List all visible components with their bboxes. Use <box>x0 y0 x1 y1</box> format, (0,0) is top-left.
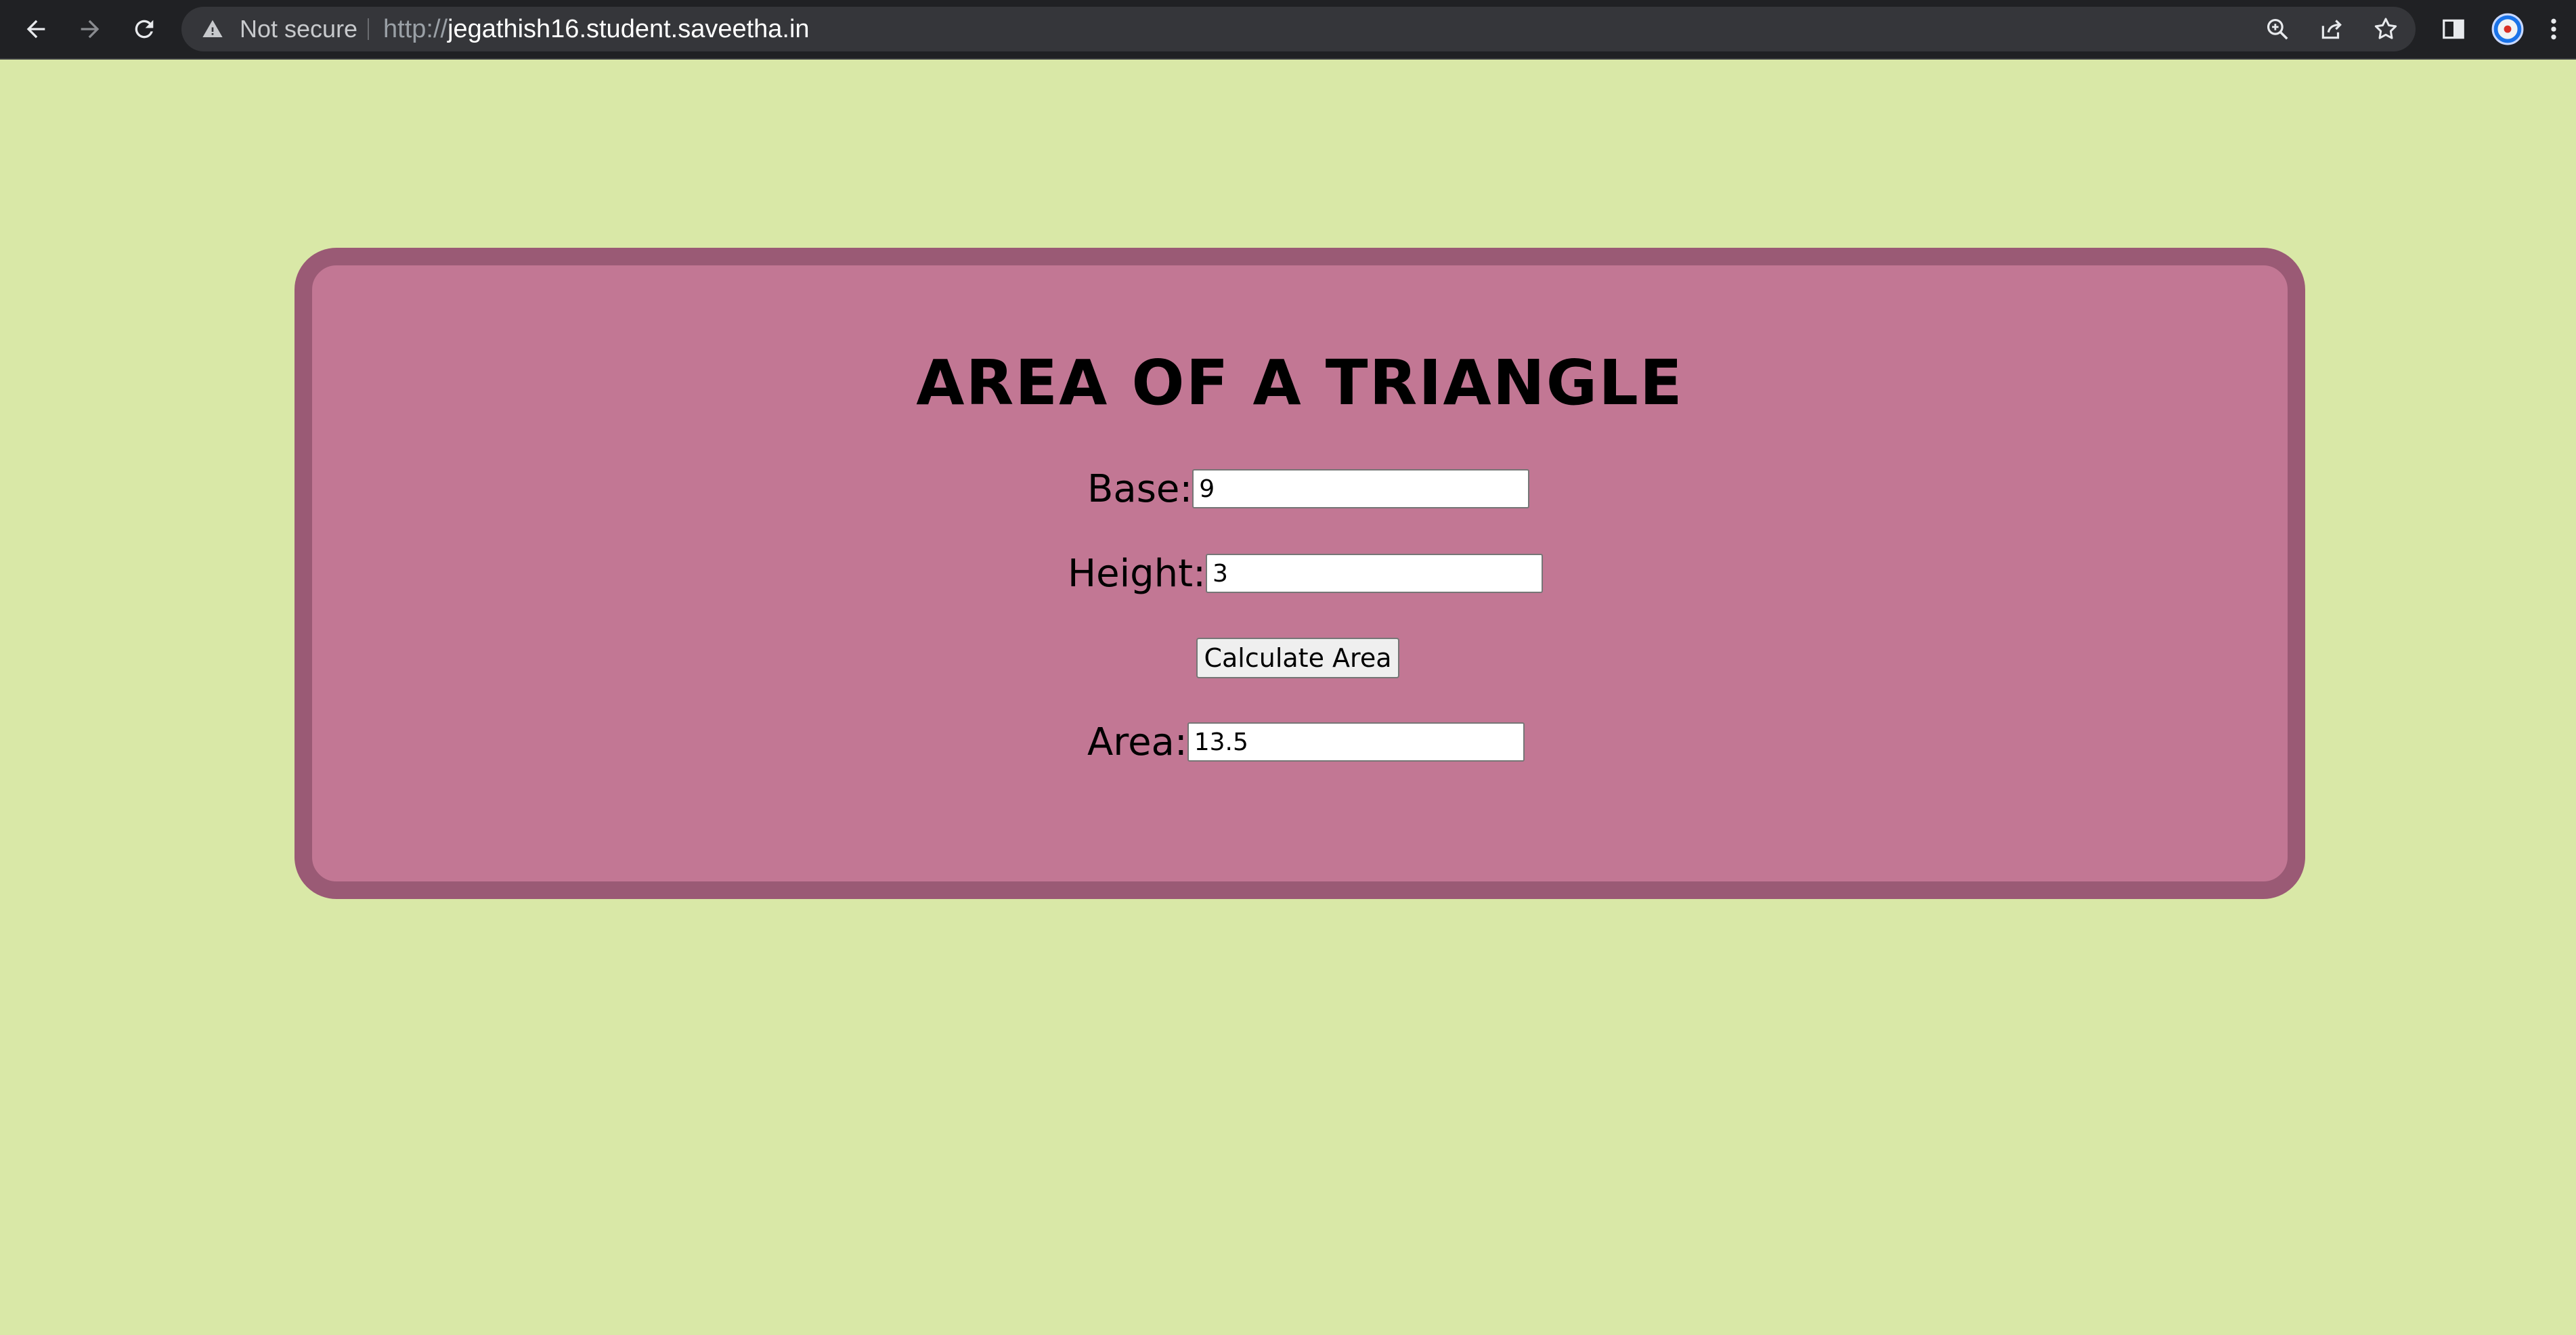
back-arrow-icon[interactable] <box>17 10 55 48</box>
height-row: Height: <box>1068 551 1543 596</box>
url-host: jegathish16.student.saveetha.in <box>447 15 810 43</box>
warning-icon <box>202 20 223 37</box>
base-label: Base: <box>1087 466 1193 511</box>
area-row: Area: <box>1087 720 1525 764</box>
omnibox-divider <box>368 18 369 40</box>
height-label: Height: <box>1068 551 1206 596</box>
area-output[interactable] <box>1187 722 1525 762</box>
base-row: Base: <box>1087 466 1530 511</box>
browser-toolbar: Not secure http://jegathish16.student.sa… <box>0 0 2576 60</box>
share-icon[interactable] <box>2313 10 2351 48</box>
security-status-label[interactable]: Not secure <box>240 7 357 51</box>
base-input[interactable] <box>1192 469 1530 508</box>
address-bar[interactable]: Not secure http://jegathish16.student.sa… <box>181 7 2416 51</box>
zoom-icon[interactable] <box>2258 10 2296 48</box>
side-panel-icon[interactable] <box>2435 10 2472 48</box>
calculate-area-button[interactable]: Calculate Area <box>1196 638 1399 678</box>
bookmark-star-icon[interactable] <box>2367 10 2405 48</box>
forward-arrow-icon[interactable] <box>71 10 109 48</box>
area-label: Area: <box>1087 720 1187 764</box>
calculator-card: AREA OF A TRIANGLE Base: Height: Calcula… <box>294 248 2305 899</box>
height-input[interactable] <box>1205 554 1543 593</box>
reload-icon[interactable] <box>125 10 163 48</box>
profile-avatar-icon[interactable] <box>2489 10 2527 48</box>
more-menu-icon[interactable] <box>2540 10 2567 48</box>
url-scheme: http:// <box>383 15 448 43</box>
page-title: AREA OF A TRIANGLE <box>916 347 1684 419</box>
url-text[interactable]: http://jegathish16.student.saveetha.in <box>383 7 810 51</box>
